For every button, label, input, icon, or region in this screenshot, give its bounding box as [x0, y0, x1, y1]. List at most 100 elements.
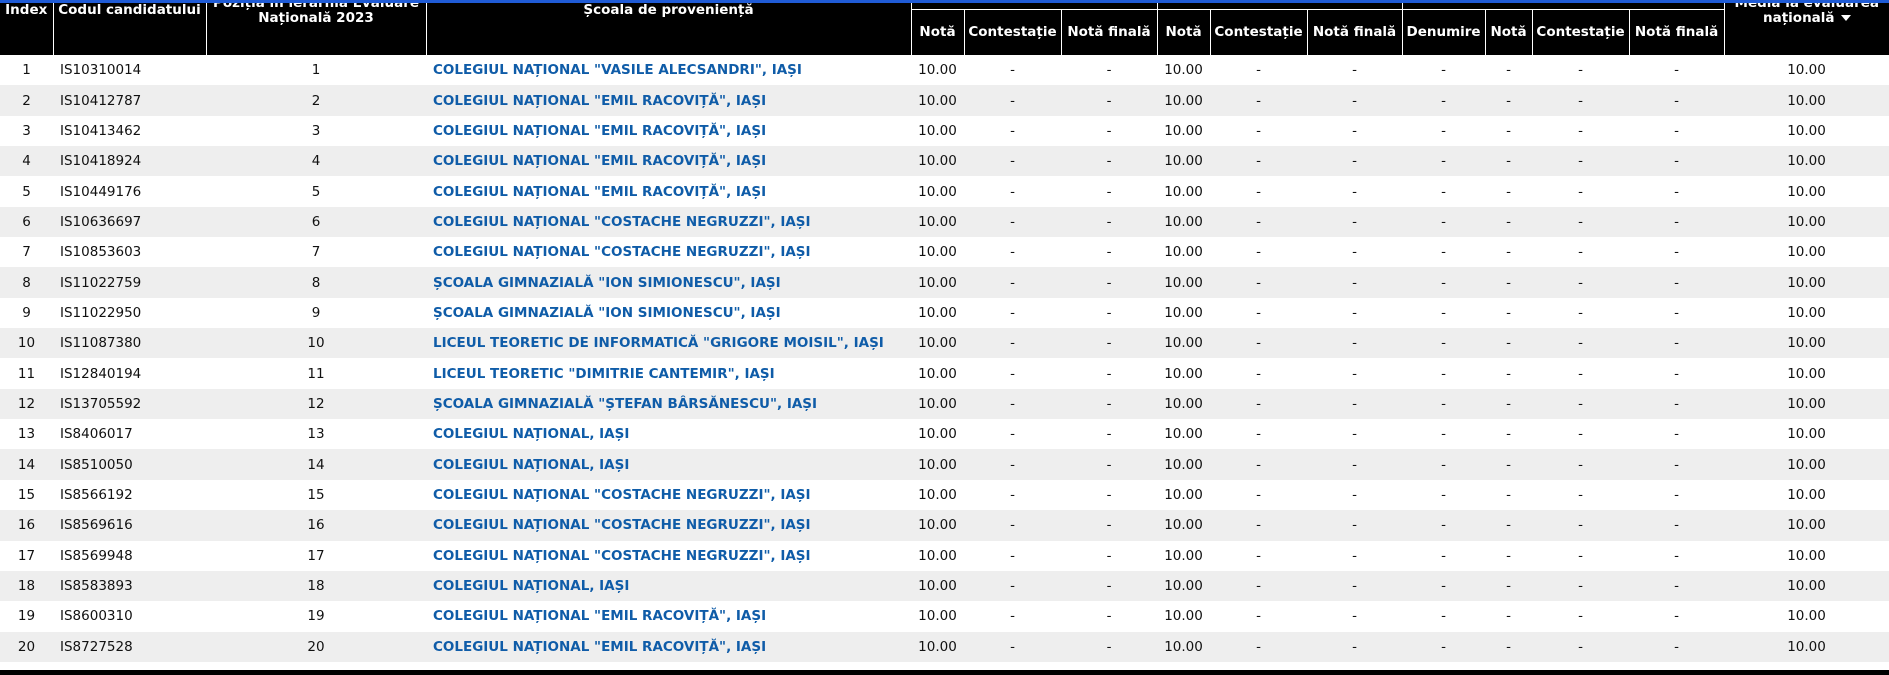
cell-national-average: 10.00: [1724, 419, 1889, 450]
header-g2-grade[interactable]: Notă: [1157, 9, 1211, 55]
cell-g3-final-grade: -: [1629, 540, 1725, 571]
cell-g1-grade: 10.00: [911, 449, 964, 480]
cell-g2-grade: 10.00: [1157, 237, 1211, 268]
cell-g1-grade: 10.00: [911, 510, 964, 541]
cell-g1-appeal: -: [964, 297, 1061, 329]
header-school-origin[interactable]: Școala de proveniență: [426, 3, 912, 55]
cell-school-link[interactable]: ȘCOALA GIMNAZIALĂ "ION SIMIONESCU", IAȘI: [426, 267, 911, 298]
cell-g1-appeal: -: [964, 85, 1061, 116]
cell-school-link[interactable]: COLEGIUL NAȚIONAL "COSTACHE NEGRUZZI", I…: [426, 237, 911, 268]
cell-school-link[interactable]: COLEGIUL NAȚIONAL "EMIL RACOVIȚĂ", IAȘI: [426, 115, 911, 147]
cell-g1-appeal: -: [964, 55, 1061, 86]
cell-school-link[interactable]: COLEGIUL NAȚIONAL "COSTACHE NEGRUZZI", I…: [426, 540, 911, 571]
cell-g1-grade: 10.00: [911, 388, 964, 420]
cell-national-average: 10.00: [1724, 55, 1889, 86]
cell-school-link[interactable]: COLEGIUL NAȚIONAL, IAȘI: [426, 449, 911, 480]
cell-school-link[interactable]: LICEUL TEORETIC "DIMITRIE CANTEMIR", IAȘ…: [426, 358, 911, 389]
cell-g1-grade: 10.00: [911, 297, 964, 329]
cell-g2-grade: 10.00: [1157, 449, 1211, 480]
cell-school-link[interactable]: COLEGIUL NAȚIONAL "EMIL RACOVIȚĂ", IAȘI: [426, 146, 911, 177]
header-g3-grade[interactable]: Notă: [1485, 9, 1533, 55]
cell-index: 17: [0, 540, 53, 571]
cell-school-link[interactable]: ȘCOALA GIMNAZIALĂ "ION SIMIONESCU", IAȘI: [426, 297, 911, 329]
cell-school-link[interactable]: COLEGIUL NAȚIONAL "COSTACHE NEGRUZZI", I…: [426, 510, 911, 541]
cell-school-link[interactable]: COLEGIUL NAȚIONAL "VASILE ALECSANDRI", I…: [426, 55, 911, 86]
header-candidate-code[interactable]: Codul candidatului: [53, 3, 207, 55]
cell-g2-grade: 10.00: [1157, 479, 1211, 511]
results-table: Index Codul candidatului Poziția în iera…: [0, 3, 1889, 662]
cell-g1-appeal: -: [964, 115, 1061, 147]
cell-g1-final-grade: -: [1061, 146, 1158, 177]
cell-g1-grade: 10.00: [911, 479, 964, 511]
header-g1-appeal[interactable]: Contestație: [964, 9, 1062, 55]
cell-g3-grade: -: [1485, 85, 1533, 116]
cell-g2-appeal: -: [1210, 358, 1308, 389]
cell-g1-final-grade: -: [1061, 55, 1158, 86]
header-index[interactable]: Index: [0, 3, 54, 55]
cell-school-link[interactable]: COLEGIUL NAȚIONAL "EMIL RACOVIȚĂ", IAȘI: [426, 85, 911, 116]
header-g1-final-grade[interactable]: Notă finală: [1061, 9, 1158, 55]
cell-g2-grade: 10.00: [1157, 55, 1211, 86]
cell-g1-appeal: -: [964, 631, 1061, 662]
cell-g1-final-grade: -: [1061, 419, 1158, 450]
cell-g3-grade: -: [1485, 631, 1533, 662]
cell-school-link[interactable]: COLEGIUL NAȚIONAL "EMIL RACOVIȚĂ", IAȘI: [426, 601, 911, 632]
cell-school-link[interactable]: ȘCOALA GIMNAZIALĂ "ȘTEFAN BÂRSĂNESCU", I…: [426, 388, 911, 420]
cell-g2-appeal: -: [1210, 479, 1308, 511]
cell-school-link[interactable]: COLEGIUL NAȚIONAL "EMIL RACOVIȚĂ", IAȘI: [426, 631, 911, 662]
cell-g1-final-grade: -: [1061, 85, 1158, 116]
header-g3-final-grade[interactable]: Notă finală: [1629, 9, 1725, 55]
cell-g1-grade: 10.00: [911, 328, 964, 359]
cell-g2-final-grade: -: [1307, 297, 1403, 329]
cell-school-link[interactable]: COLEGIUL NAȚIONAL, IAȘI: [426, 419, 911, 450]
cell-ranking-position: 15: [206, 479, 426, 511]
header-g2-final-grade[interactable]: Notă finală: [1307, 9, 1403, 55]
cell-g3-appeal: -: [1532, 631, 1630, 662]
header-g3-appeal[interactable]: Contestație: [1532, 9, 1630, 55]
table-body: 1 IS10310014 1 COLEGIUL NAȚIONAL "VASILE AL…: [0, 55, 1889, 662]
header-national-average[interactable]: Media la evaluarea națională: [1724, 3, 1889, 55]
cell-school-link[interactable]: LICEUL TEORETIC DE INFORMATICĂ "GRIGORE …: [426, 328, 911, 359]
cell-school-link[interactable]: COLEGIUL NAȚIONAL "EMIL RACOVIȚĂ", IAȘI: [426, 176, 911, 207]
cell-index: 14: [0, 449, 53, 480]
cell-index: 11: [0, 358, 53, 389]
cell-g3-final-grade: -: [1629, 570, 1725, 602]
sort-desc-icon[interactable]: [1840, 15, 1851, 21]
cell-candidate-code: IS11087380: [53, 328, 206, 359]
cell-national-average: 10.00: [1724, 601, 1889, 632]
cell-g3-grade: -: [1485, 267, 1533, 298]
cell-g2-final-grade: -: [1307, 631, 1403, 662]
cell-index: 3: [0, 115, 53, 147]
cell-candidate-code: IS10636697: [53, 206, 206, 238]
cell-index: 8: [0, 267, 53, 298]
cell-g2-grade: 10.00: [1157, 85, 1211, 116]
table-row: 19 IS8600310 19 COLEGIUL NAȚIONAL "EMIL RAC…: [0, 601, 1889, 632]
header-ranking-position[interactable]: Poziția în ierarhia Evaluare Națională 2…: [206, 3, 427, 55]
cell-school-link[interactable]: COLEGIUL NAȚIONAL "COSTACHE NEGRUZZI", I…: [426, 479, 911, 511]
cell-g3-grade: -: [1485, 570, 1533, 602]
cell-g2-appeal: -: [1210, 388, 1308, 420]
cell-g2-appeal: -: [1210, 176, 1308, 207]
header-ranking-position-line2: Națională 2023: [258, 10, 374, 26]
cell-g3-appeal: -: [1532, 388, 1630, 420]
results-table-container: Index Codul candidatului Poziția în iera…: [0, 3, 1889, 675]
header-g2-appeal[interactable]: Contestație: [1210, 9, 1308, 55]
cell-g1-final-grade: -: [1061, 237, 1158, 268]
cell-g3-name: -: [1402, 449, 1486, 480]
cell-ranking-position: 2: [206, 85, 426, 116]
cell-g2-appeal: -: [1210, 297, 1308, 329]
cell-g2-grade: 10.00: [1157, 631, 1211, 662]
header-g1-grade[interactable]: Notă: [911, 9, 965, 55]
cell-g3-appeal: -: [1532, 206, 1630, 238]
cell-index: 15: [0, 479, 53, 511]
cell-g3-appeal: -: [1532, 146, 1630, 177]
cell-ranking-position: 1: [206, 55, 426, 86]
cell-g1-final-grade: -: [1061, 328, 1158, 359]
cell-school-link[interactable]: COLEGIUL NAȚIONAL, IAȘI: [426, 570, 911, 602]
header-g3-name[interactable]: Denumire: [1402, 9, 1486, 55]
cell-national-average: 10.00: [1724, 510, 1889, 541]
cell-index: 19: [0, 601, 53, 632]
cell-g2-appeal: -: [1210, 510, 1308, 541]
cell-school-link[interactable]: COLEGIUL NAȚIONAL "COSTACHE NEGRUZZI", I…: [426, 206, 911, 238]
cell-g3-name: -: [1402, 176, 1486, 207]
